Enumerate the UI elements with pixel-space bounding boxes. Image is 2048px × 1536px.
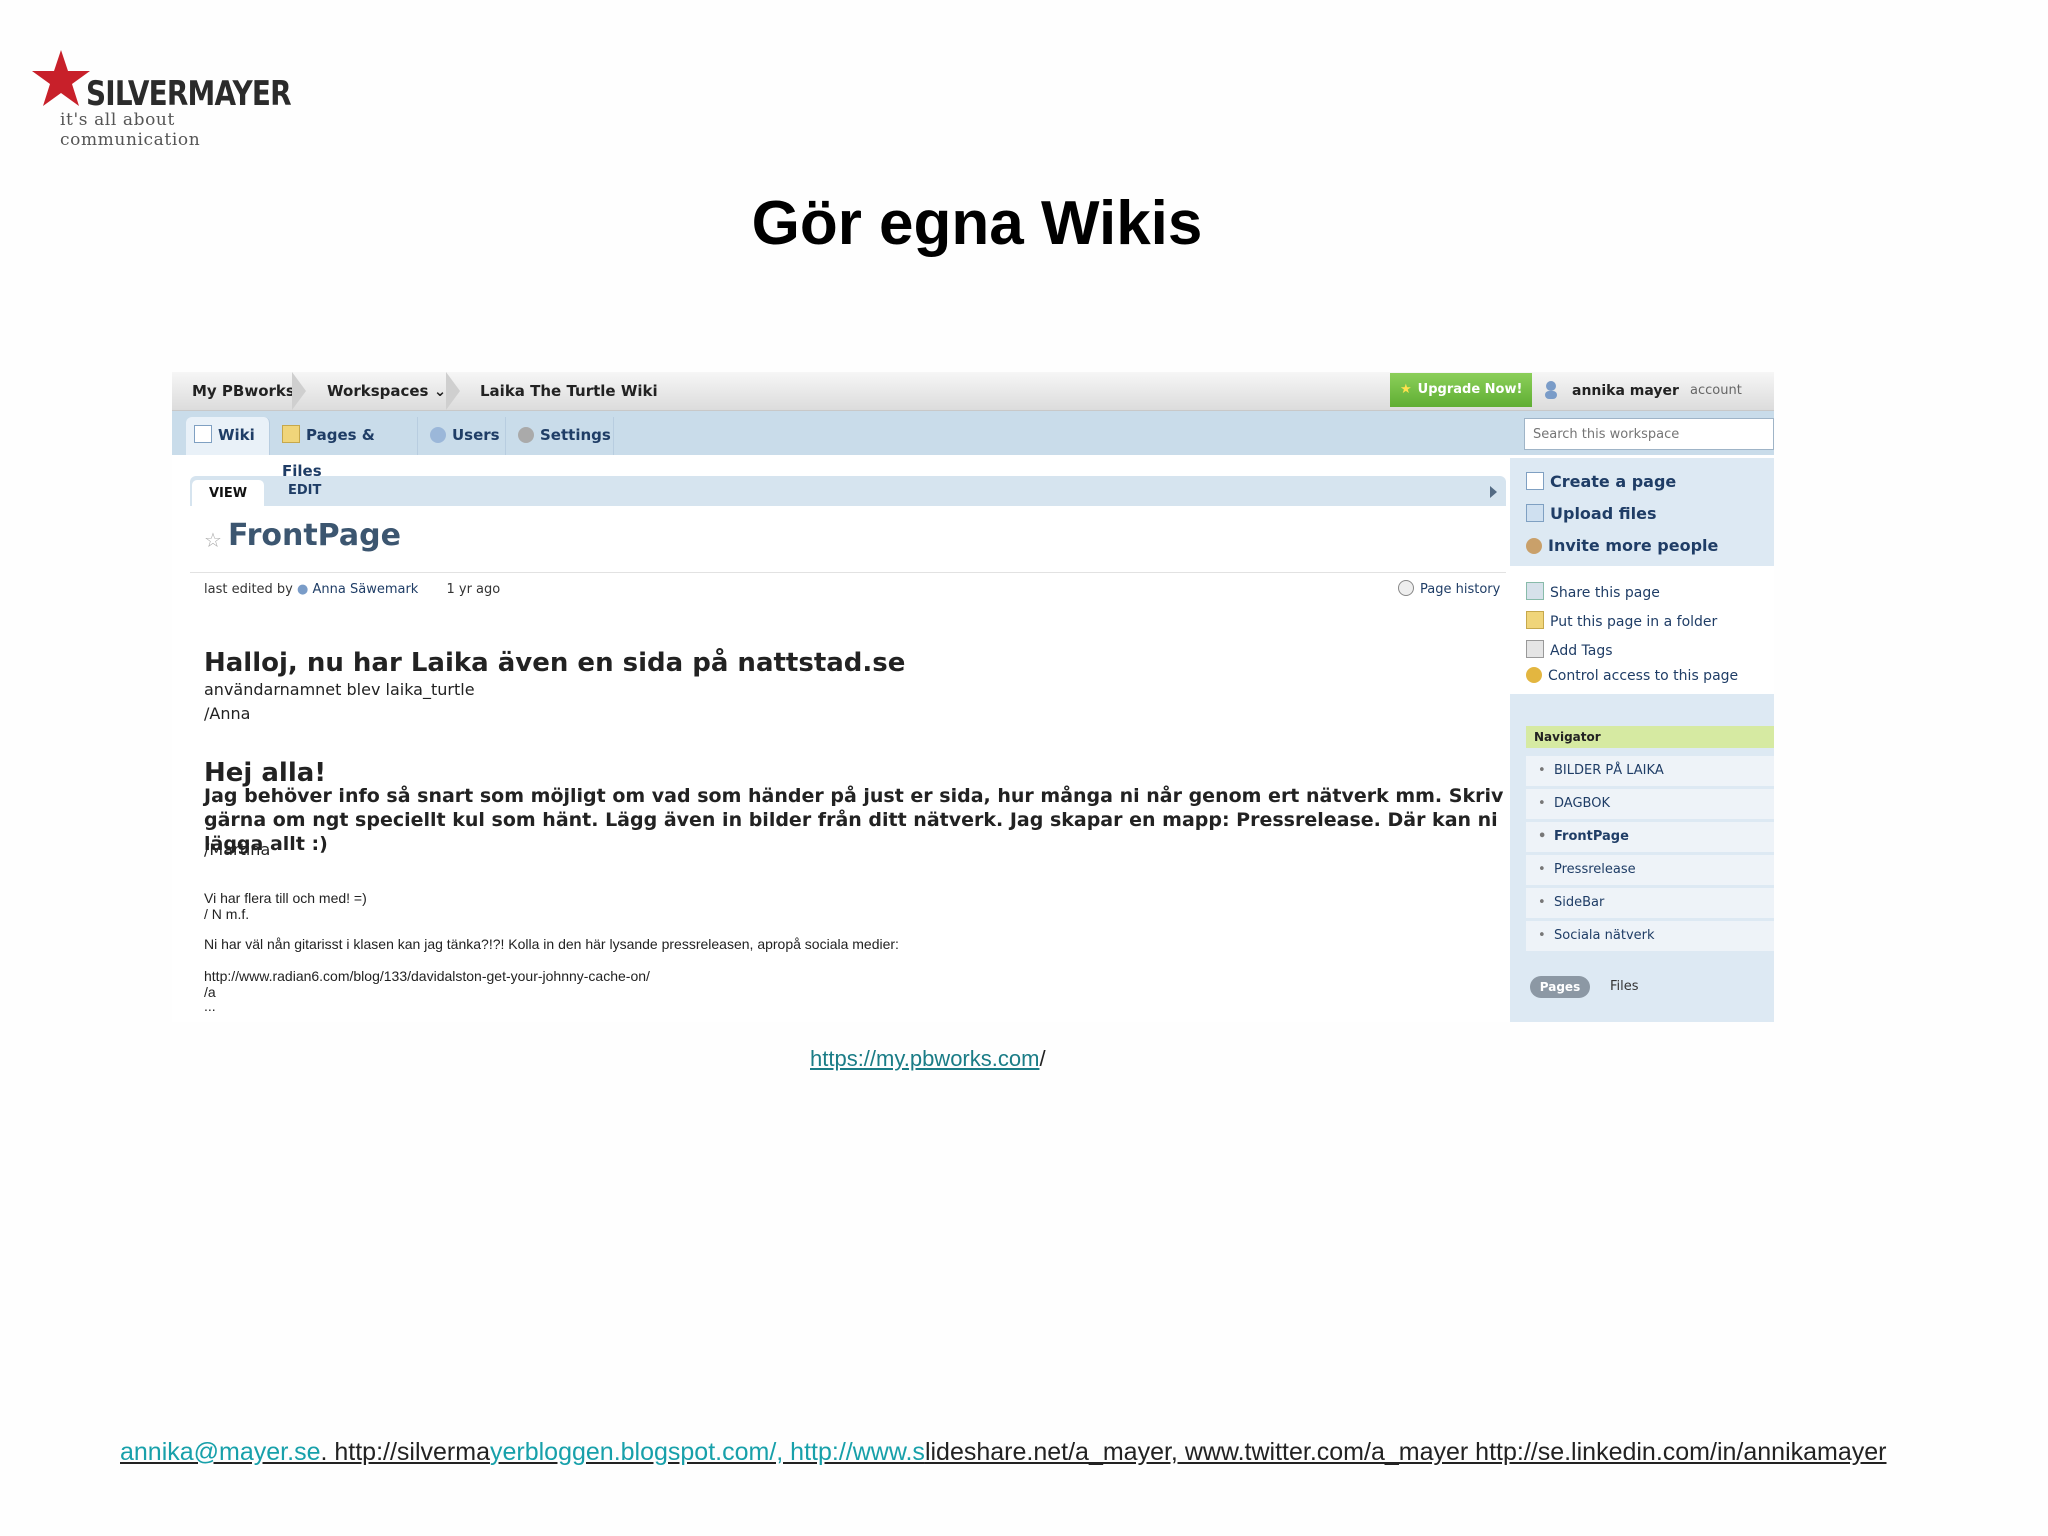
tab-settings[interactable]: Settings bbox=[510, 417, 614, 455]
edit-meta: last edited by ● Anna Säwemark 1 yr ago bbox=[204, 582, 501, 597]
navigator-panel: Navigator • BILDER PÅ LAIKA • DAGBOK • Fron… bbox=[1510, 694, 1774, 1022]
divider bbox=[190, 572, 1506, 573]
content-heading-1: Halloj, nu har Laika även en sida på nat… bbox=[204, 648, 906, 678]
breadcrumb-separator bbox=[292, 372, 306, 410]
page-title: FrontPage bbox=[228, 518, 401, 553]
wiki-icon bbox=[194, 425, 212, 443]
folder-icon bbox=[1526, 611, 1544, 629]
content-text: Vi har flera till och med! =) bbox=[204, 890, 367, 906]
create-page-link[interactable]: Create a page bbox=[1526, 472, 1676, 491]
view-edit-bar: VIEW EDIT bbox=[190, 476, 1506, 506]
new-page-icon bbox=[1526, 472, 1544, 490]
nav-item-current[interactable]: • FrontPage bbox=[1526, 822, 1774, 852]
slide-title: Gör egna Wikis bbox=[751, 189, 1203, 258]
chevron-down-icon: ⌄ bbox=[433, 382, 447, 400]
favorite-star-icon[interactable]: ☆ bbox=[204, 528, 222, 552]
author-icon: ● bbox=[297, 582, 309, 597]
pages-toggle[interactable]: Pages bbox=[1530, 976, 1590, 998]
footer-contacts: annika@mayer.se. http://silvermayerblogg… bbox=[120, 1438, 2048, 1467]
tab-pages-files[interactable]: Pages & Files bbox=[274, 417, 418, 480]
edit-age: 1 yr ago bbox=[446, 582, 501, 597]
breadcrumb-my-pbworks[interactable]: My PBworks bbox=[192, 372, 295, 410]
control-access-link[interactable]: Control access to this page bbox=[1526, 667, 1738, 684]
logo-tagline: it's all about communication bbox=[60, 110, 201, 150]
upload-files-link[interactable]: Upload files bbox=[1526, 504, 1656, 523]
tab-wiki[interactable]: Wiki bbox=[186, 417, 270, 455]
content-text: /Anna bbox=[204, 704, 251, 723]
content-text: Ni har väl nån gitarisst i klasen kan ja… bbox=[204, 936, 899, 952]
top-bar: My PBworks Workspaces ⌄ Laika The Turtle… bbox=[172, 372, 1774, 411]
breadcrumb-wiki-name[interactable]: Laika The Turtle Wiki bbox=[480, 372, 658, 410]
invite-icon bbox=[1526, 538, 1542, 554]
share-icon bbox=[1526, 582, 1544, 600]
pbworks-screenshot: My PBworks Workspaces ⌄ Laika The Turtle… bbox=[172, 372, 1774, 1022]
content-text: /Martina bbox=[204, 840, 271, 859]
content-text: ... bbox=[204, 998, 216, 1014]
nav-item[interactable]: • Pressrelease bbox=[1526, 855, 1774, 885]
author-link[interactable]: Anna Säwemark bbox=[313, 582, 419, 597]
sidebar: Create a page Upload files Invite more p… bbox=[1510, 458, 1774, 1022]
silvermayer-logo: SILVERMAYER it's all about communication bbox=[30, 48, 310, 150]
footer-text[interactable]: . http://silverma bbox=[320, 1438, 490, 1466]
logo-brand: SILVERMAYER bbox=[86, 74, 292, 114]
user-icon bbox=[1545, 381, 1557, 399]
key-icon bbox=[1526, 667, 1542, 683]
pbworks-link[interactable]: https://my.pbworks.com bbox=[810, 1046, 1039, 1071]
users-icon bbox=[430, 427, 446, 443]
clock-icon bbox=[1398, 580, 1414, 596]
put-in-folder-link[interactable]: Put this page in a folder bbox=[1526, 611, 1717, 630]
nav-item[interactable]: • BILDER PÅ LAIKA bbox=[1526, 756, 1774, 786]
gear-icon bbox=[518, 427, 534, 443]
content-text: / N m.f. bbox=[204, 906, 250, 922]
star-icon: ★ bbox=[1400, 382, 1412, 397]
primary-actions: Create a page Upload files Invite more p… bbox=[1510, 458, 1774, 566]
upload-icon bbox=[1526, 504, 1544, 522]
user-name-link[interactable]: annika mayer bbox=[1572, 372, 1679, 410]
tag-icon bbox=[1526, 640, 1544, 658]
breadcrumb-workspaces[interactable]: Workspaces ⌄ bbox=[327, 372, 446, 410]
search-input[interactable] bbox=[1524, 418, 1774, 450]
invite-people-link[interactable]: Invite more people bbox=[1526, 536, 1718, 555]
content-text: användarnamnet blev laika_turtle bbox=[204, 680, 475, 699]
pbworks-url: https://my.pbworks.com/ bbox=[810, 1046, 1046, 1071]
folder-icon bbox=[282, 425, 300, 443]
content-link[interactable]: http://www.radian6.com/blog/133/davidals… bbox=[204, 968, 650, 984]
view-tab[interactable]: VIEW bbox=[192, 480, 264, 506]
content-paragraph: Jag behöver info så snart som möjligt om… bbox=[204, 785, 1504, 855]
tab-users[interactable]: Users bbox=[422, 417, 506, 455]
files-toggle[interactable]: Files bbox=[1610, 976, 1639, 998]
add-tags-link[interactable]: Add Tags bbox=[1526, 640, 1613, 659]
footer-link[interactable]: yerbloggen.blogspot.com/, http://www.s bbox=[490, 1438, 925, 1466]
share-page-link[interactable]: Share this page bbox=[1526, 582, 1660, 601]
nav-item[interactable]: • Sociala nätverk bbox=[1526, 921, 1774, 951]
red-star-icon bbox=[32, 50, 90, 106]
expand-arrow-icon[interactable] bbox=[1490, 486, 1497, 498]
footer-text[interactable]: lideshare.net/a_mayer, www.twitter.com/a… bbox=[925, 1438, 1887, 1466]
nav-item[interactable]: • DAGBOK bbox=[1526, 789, 1774, 819]
email-link[interactable]: annika@mayer.se bbox=[120, 1438, 320, 1466]
page-history-link[interactable]: Page history bbox=[1398, 580, 1500, 597]
upgrade-button[interactable]: ★ Upgrade Now! bbox=[1390, 373, 1532, 407]
navigator-heading: Navigator bbox=[1526, 726, 1774, 748]
nav-item[interactable]: • SideBar bbox=[1526, 888, 1774, 918]
breadcrumb-separator bbox=[446, 372, 460, 410]
account-link[interactable]: account bbox=[1690, 372, 1742, 410]
page-content: VIEW EDIT ☆ FrontPage last edited by ● A… bbox=[190, 476, 1506, 1022]
edit-tab[interactable]: EDIT bbox=[288, 476, 321, 506]
